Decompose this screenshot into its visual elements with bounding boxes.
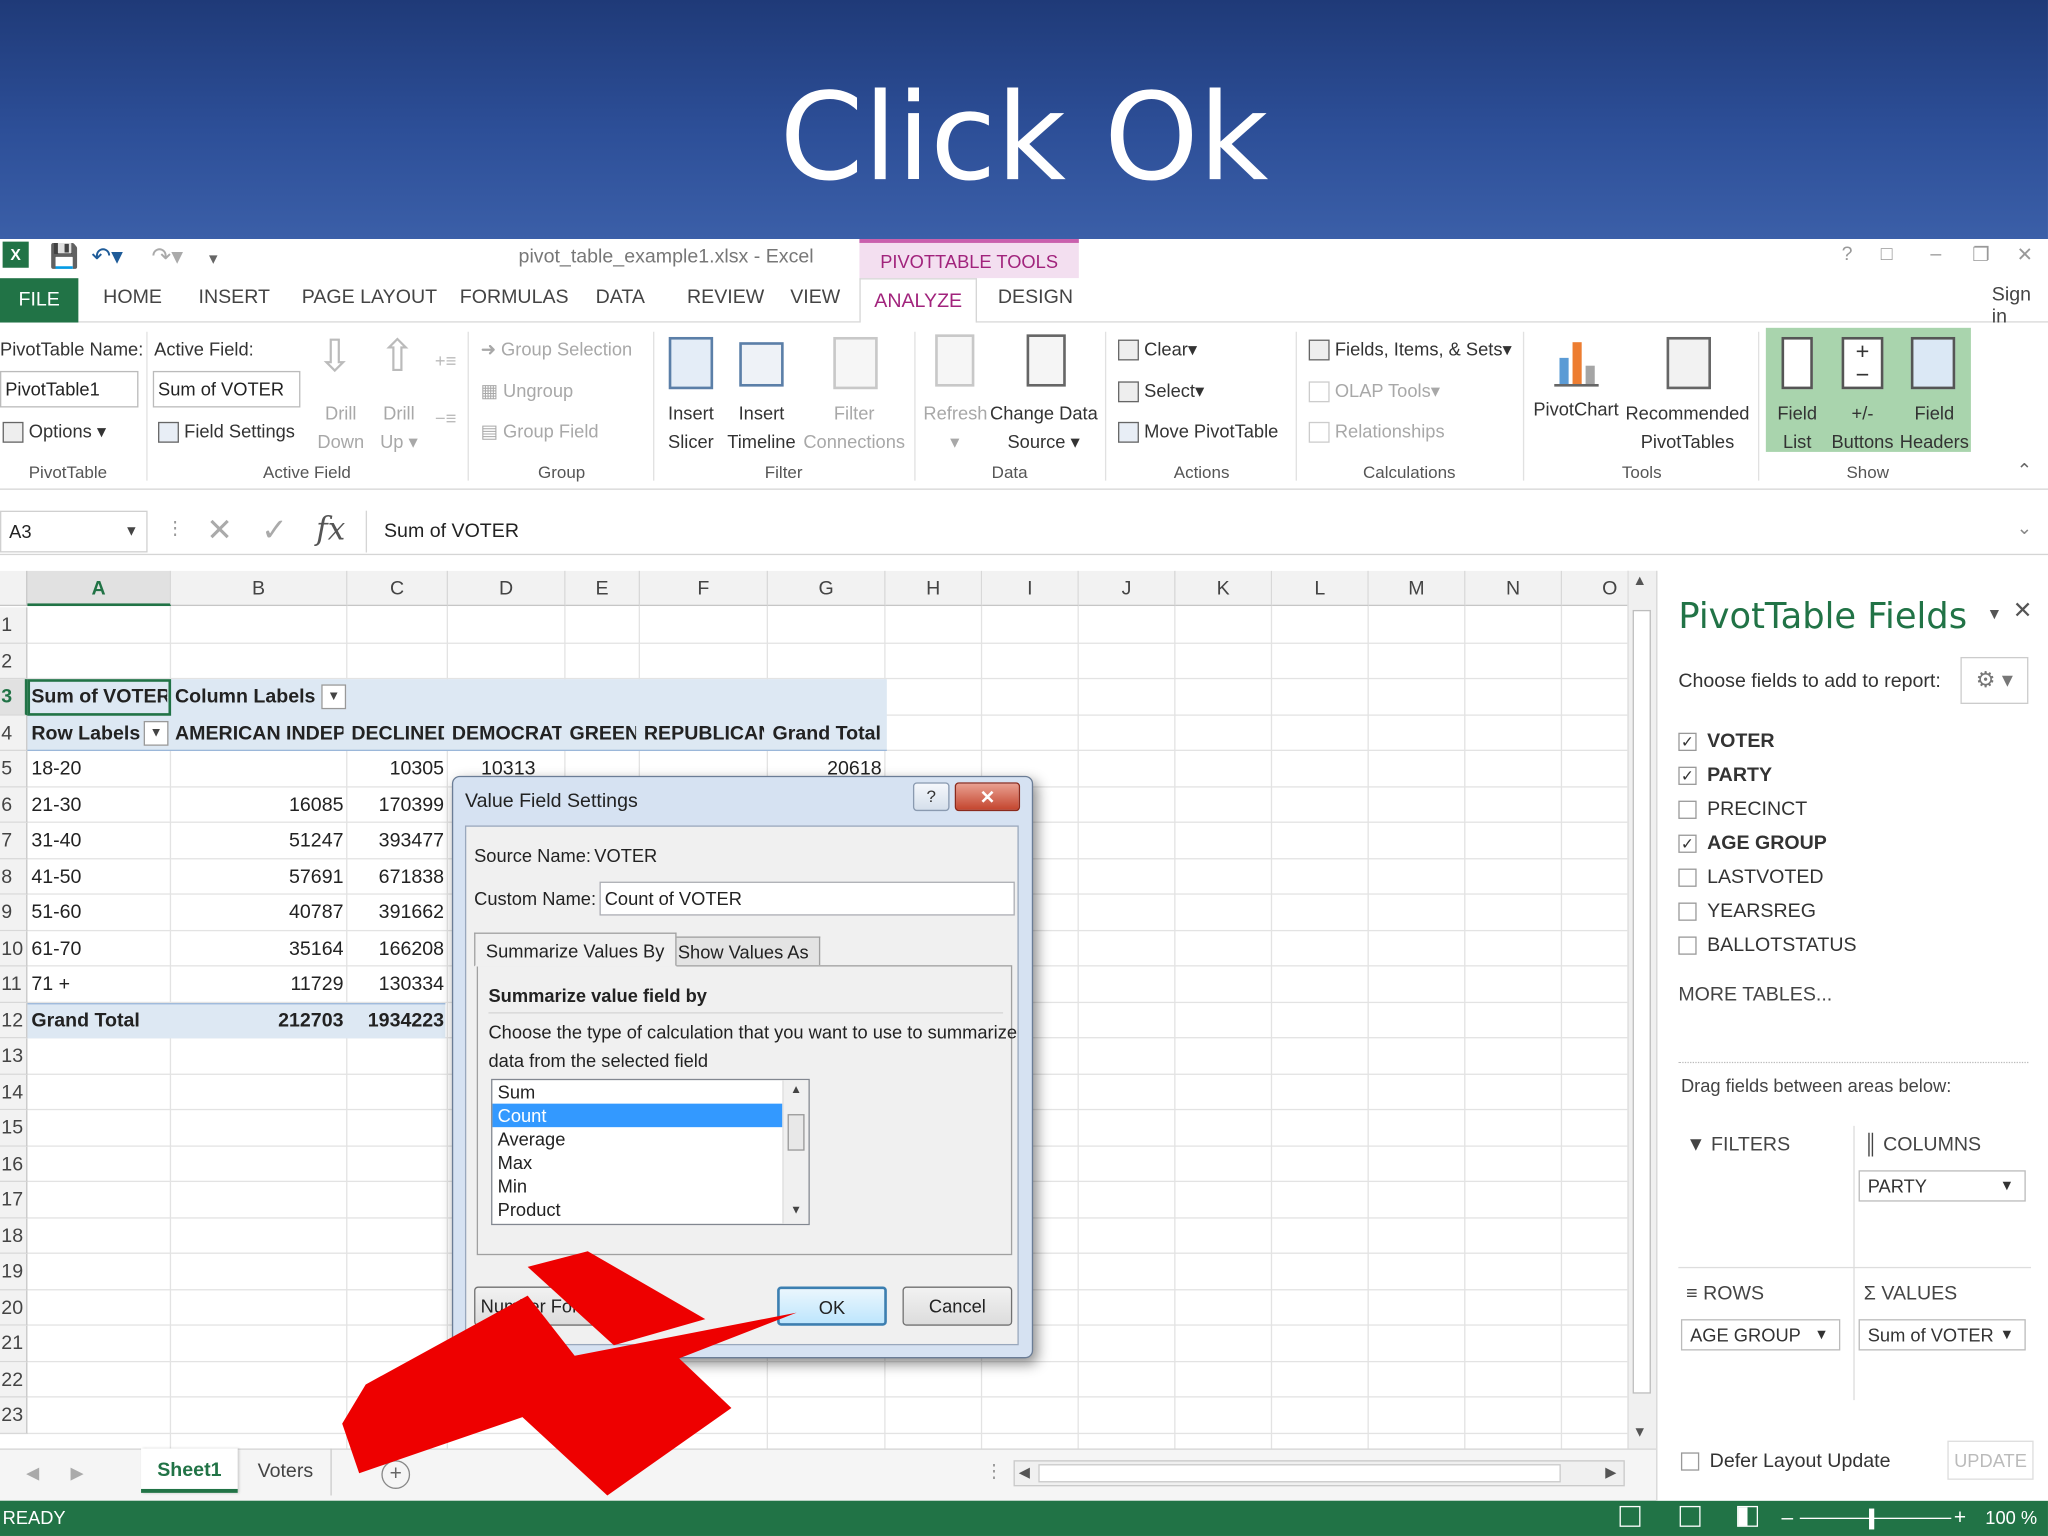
red-arrow-icon — [342, 1295, 797, 1496]
screenshot: Click Ok X 💾 ↶▾ ↷▾ ▾ pivot_table_example… — [0, 0, 2048, 1536]
tab-summarize-values-by[interactable]: Summarize Values By — [474, 932, 677, 967]
red-arrow-annotation — [342, 1251, 797, 1496]
